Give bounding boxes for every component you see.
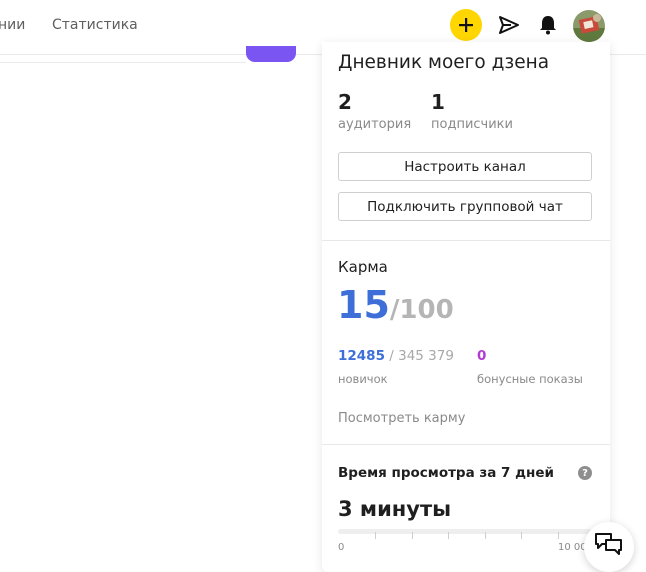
chat-icon	[595, 533, 622, 555]
support-chat-button[interactable]	[584, 522, 634, 572]
send-icon	[499, 16, 519, 34]
karma-level-label: новичок	[338, 372, 388, 386]
view-karma-link[interactable]: Посмотреть карму	[338, 411, 465, 426]
watch-time-tick	[521, 532, 522, 539]
nav-item-partial[interactable]: нии	[0, 17, 25, 33]
send-button[interactable]	[496, 12, 522, 38]
watch-time-tick	[412, 532, 413, 539]
watch-time-tick	[558, 532, 559, 539]
watch-axis-min: 0	[338, 542, 345, 553]
bell-icon	[540, 16, 556, 35]
channel-title: Дневник моего дзена	[338, 52, 550, 73]
karma-title: Карма	[338, 258, 388, 276]
search-input[interactable]	[0, 46, 246, 63]
channel-summary: Дневник моего дзена 2 аудитория 1 подпис…	[322, 42, 610, 241]
audience-label: аудитория	[338, 117, 412, 132]
notifications-button[interactable]	[535, 12, 561, 38]
subscribers-label: подписчики	[431, 117, 513, 132]
watch-time-tick	[448, 532, 449, 539]
avatar[interactable]	[573, 10, 605, 42]
watch-time-tick	[375, 532, 376, 539]
plus-icon	[459, 18, 473, 32]
channel-sidebar: Дневник моего дзена 2 аудитория 1 подпис…	[322, 42, 610, 572]
audience-value: 2	[338, 90, 352, 114]
audience-stat: 2 аудитория	[338, 91, 411, 132]
watch-time-bar	[338, 529, 592, 534]
karma-progress: 12485 / 345 379	[338, 348, 454, 364]
karma-value: 15	[337, 283, 390, 327]
karma-progress-current: 12485	[338, 348, 385, 364]
subscribers-stat: 1 подписчики	[431, 91, 513, 132]
bonus-impressions-value: 0	[477, 348, 487, 364]
watch-time-title: Время просмотра за 7 дней	[338, 465, 554, 481]
watch-time-value: 3 минуты	[338, 497, 452, 521]
karma-section: Карма 15/100 12485 / 345 379 новичок 0 б…	[322, 241, 610, 445]
connect-group-chat-button[interactable]: Подключить групповой чат	[338, 192, 592, 221]
nav-item-statistics[interactable]: Статистика	[52, 17, 138, 33]
karma-max: /100	[389, 295, 454, 325]
search-button[interactable]	[246, 46, 296, 62]
subscribers-value: 1	[431, 90, 445, 114]
create-button[interactable]	[450, 9, 482, 41]
karma-score: 15/100	[337, 283, 454, 327]
configure-channel-button[interactable]: Настроить канал	[338, 152, 592, 181]
karma-progress-total: / 345 379	[384, 348, 454, 364]
watch-axis-max: 10 00	[558, 542, 587, 553]
bonus-impressions-label: бонусные показы	[477, 372, 583, 386]
help-icon[interactable]: ?	[578, 466, 592, 480]
watch-time-tick	[485, 532, 486, 539]
